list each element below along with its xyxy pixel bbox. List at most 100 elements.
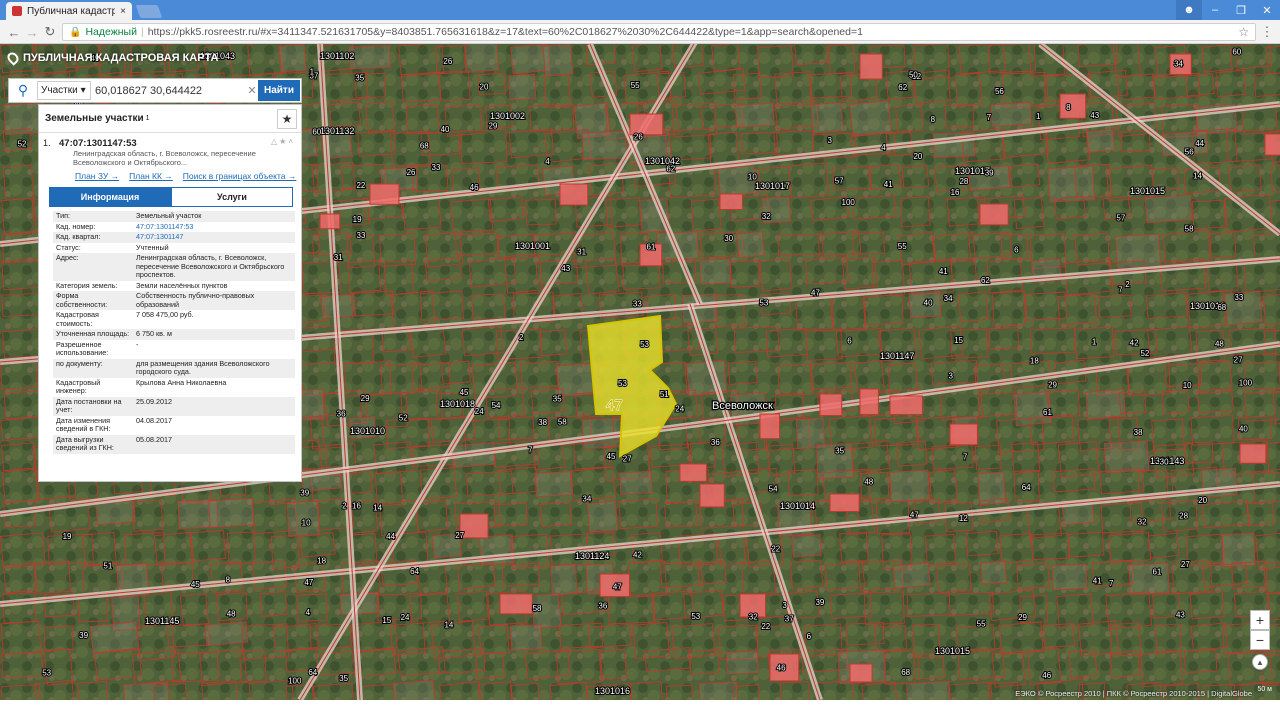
plot-number: 6 (847, 337, 852, 346)
tab-information[interactable]: Информация (49, 187, 171, 207)
city-label: Всеволожск (712, 400, 773, 412)
search-panel: ⚲ Участки ▾ ✕ Найти (8, 78, 302, 103)
info-key: Адрес: (53, 253, 133, 281)
info-key: Дата выгрузки сведений из ГКН: (53, 434, 133, 454)
results-count: 1 (145, 115, 150, 122)
app-title: ПУБЛИЧНАЯ КАДАСТРОВАЯ КАРТА (5, 50, 219, 66)
search-input[interactable] (95, 84, 245, 97)
zoom-in-button[interactable]: + (1250, 610, 1270, 630)
plot-number: 26 (407, 168, 416, 177)
parcel-outline (392, 679, 437, 700)
plot-number: 12 (959, 514, 968, 523)
plot-number: 57 (835, 177, 844, 186)
info-value[interactable]: 47:07:1301147:53 (133, 222, 295, 233)
favorite-star-icon[interactable]: ★ (277, 109, 297, 129)
result-links: План ЗУ → План КК → Поиск в границах объ… (39, 169, 301, 185)
result-item[interactable]: 1. 47:07:1301147:53 Ленинградская област… (39, 133, 301, 169)
clear-icon[interactable]: ✕ (245, 84, 259, 97)
new-tab-button[interactable] (135, 5, 163, 18)
tab-services[interactable]: Услуги (171, 187, 293, 207)
item-controls-icon[interactable]: △★˄ (271, 137, 295, 146)
zoom-out-button[interactable]: − (1250, 630, 1270, 650)
address-bar[interactable]: 🔒 Надежный | https://pkk5.rosreestr.ru/#… (62, 23, 1256, 41)
forward-icon[interactable]: → (24, 24, 40, 40)
close-icon[interactable]: ✕ (1254, 0, 1280, 20)
building (319, 213, 341, 230)
info-key: Дата постановки на учет: (53, 396, 133, 416)
bookmark-star-icon[interactable]: ☆ (1238, 25, 1249, 39)
info-value: Собственность публично-правовых образова… (133, 291, 295, 310)
result-cad-number[interactable]: 47:07:1301147:53 (53, 138, 295, 149)
parcel-outline (699, 258, 732, 285)
url-text[interactable]: https://pkk5.rosreestr.ru/#x=3411347.521… (148, 26, 1235, 38)
app-title-text: ПУБЛИЧНАЯ КАДАСТРОВАЯ КАРТА (23, 52, 219, 64)
parcel-outline (698, 681, 739, 700)
plot-number: 36 (598, 602, 607, 611)
browser-titlebar: Публичная кадастрова × ☻ – ❐ ✕ (0, 0, 1280, 20)
plot-number: 22 (771, 544, 780, 553)
info-value: 6 750 кв. м (133, 329, 295, 340)
plot-number: 7 (1109, 579, 1114, 588)
plot-number: 41 (939, 267, 948, 276)
plot-number: 18 (1030, 356, 1039, 365)
parcel-outline (810, 102, 844, 134)
info-row: Кадастровая стоимость: 7 058 475,00 руб. (53, 310, 295, 329)
back-icon[interactable]: ← (6, 24, 22, 40)
plot-number: 54 (492, 401, 501, 410)
result-item-number: 1. (43, 138, 51, 148)
browser-menu-icon[interactable]: ⋮ (1260, 24, 1274, 40)
plot-number: 47 (910, 511, 919, 520)
parcel-outline (89, 621, 140, 654)
plot-number: 8 (226, 576, 231, 585)
tab-close-icon[interactable]: × (120, 6, 126, 17)
plot-number: 33 (357, 231, 366, 240)
info-value[interactable]: 47:07:1301147 (133, 232, 295, 243)
block-label: 1301010 (350, 426, 385, 436)
minimize-icon[interactable]: – (1202, 0, 1228, 20)
parcel-outline (550, 563, 578, 596)
parcel-outline (906, 680, 951, 700)
browser-tab[interactable]: Публичная кадастрова × (6, 2, 132, 20)
info-table: Тип: Земельный участок Кад. номер: 47:07:13… (53, 211, 295, 454)
browser-toolbar: ← → ↻ 🔒 Надежный | https://pkk5.rosreest… (0, 20, 1280, 44)
plot-number: 39 (300, 489, 309, 498)
plot-number: 62 (981, 276, 990, 285)
category-select[interactable]: Участки ▾ (37, 81, 91, 100)
chevron-down-icon: ▾ (80, 85, 86, 96)
plot-number: 32 (1138, 517, 1147, 526)
info-value: Ленинградская область, г. Всеволожск, пе… (133, 253, 295, 281)
parcel-outline (464, 44, 500, 73)
parcel-outline (889, 469, 931, 502)
reload-icon[interactable]: ↻ (42, 24, 58, 40)
plan-zu-link[interactable]: План ЗУ → (75, 171, 119, 181)
plot-number: 10 (1183, 381, 1192, 390)
plot-number: 47 (811, 288, 820, 297)
plot-number: 2 (519, 333, 524, 342)
plan-kk-link[interactable]: План КК → (129, 171, 173, 181)
parcel-outline (348, 45, 391, 70)
plot-number: 61 (646, 242, 655, 251)
plot-number: 24 (401, 613, 410, 622)
search-in-bounds-link[interactable]: Поиск в границах объекта → (183, 171, 297, 181)
plot-number: 48 (864, 477, 873, 486)
plot-number: 37 (785, 615, 794, 624)
parcel-outline (1221, 532, 1256, 567)
parcel-outline (1144, 194, 1193, 224)
maximize-icon[interactable]: ❐ (1228, 0, 1254, 20)
plot-number: 42 (1130, 338, 1139, 347)
search-button[interactable]: Найти (258, 80, 300, 101)
plot-number: 27 (455, 531, 464, 540)
plot-number: 52 (1140, 349, 1149, 358)
plot-number: 52 (399, 414, 408, 423)
parcel-outline (1128, 562, 1170, 595)
result-panel: Земельные участки 1 ★ 1. 47:07:1301147:5… (38, 104, 302, 482)
plot-number: 51 (660, 390, 669, 399)
user-icon[interactable]: ☻ (1176, 0, 1202, 20)
plot-number: 1 (1036, 112, 1041, 121)
compass-icon[interactable]: ▲ (1252, 654, 1268, 670)
plot-number: 47 (613, 582, 622, 591)
plot-number: 27 (1234, 356, 1243, 365)
info-row: Дата выгрузки сведений из ГКН: 05.08.2017 (53, 434, 295, 454)
building (1239, 443, 1267, 464)
search-icon[interactable]: ⚲ (9, 79, 37, 102)
